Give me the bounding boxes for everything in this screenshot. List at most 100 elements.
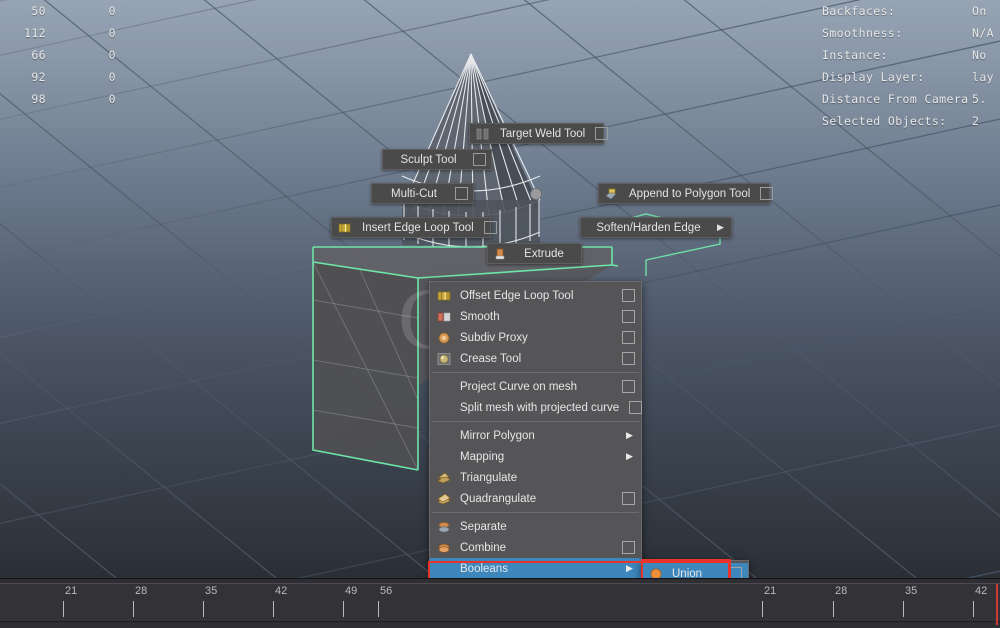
timeline-tick[interactable]: 21	[762, 584, 776, 621]
hud-right-label: Smoothness:	[822, 26, 903, 40]
chevron-right-icon: ▶	[717, 222, 724, 232]
hud-right-row: Backfaces: On	[814, 0, 1000, 22]
float-button-multi-cut[interactable]: Multi-Cut	[371, 183, 474, 204]
timeline-tick[interactable]: 42	[273, 584, 287, 621]
menu-item-label: Mapping	[460, 450, 505, 463]
hud-right-label: Selected Objects:	[822, 114, 947, 128]
hud-left-row: 92 0	[0, 66, 116, 88]
no-icon-placeholder	[436, 380, 452, 394]
timeline-tick[interactable]: 21	[63, 584, 77, 621]
menu-item-smooth[interactable]: Smooth	[430, 306, 641, 327]
hud-right-label: Backfaces:	[822, 4, 896, 18]
menu-item-split-mesh-with-projected-curve[interactable]: Split mesh with projected curve	[430, 397, 643, 418]
no-icon-placeholder	[436, 401, 452, 415]
menu-item-triangulate[interactable]: Triangulate	[430, 467, 641, 488]
timeline-tick-line	[203, 601, 204, 617]
timeline-tick[interactable]: 49	[343, 584, 357, 621]
edge-loop-icon	[437, 291, 451, 300]
menu-item-separate[interactable]: Separate	[430, 516, 641, 537]
hud-right-row: Selected Objects: 2	[814, 110, 1000, 132]
option-box-checkbox[interactable]	[622, 310, 635, 323]
timeline-tick[interactable]: 42	[973, 584, 987, 621]
menu-item-label: Split mesh with projected curve	[460, 401, 620, 414]
target-weld-icon	[476, 128, 489, 139]
timeline-tick-label: 42	[275, 585, 288, 597]
option-box-checkbox[interactable]	[622, 541, 635, 554]
timeline-tick[interactable]: 28	[133, 584, 147, 621]
menu-item-label: Separate	[460, 520, 507, 533]
option-box-checkbox[interactable]	[622, 289, 635, 302]
hud-left-zero: 0	[108, 4, 116, 18]
timeline-playhead[interactable]	[996, 584, 998, 625]
hud-left-row: 66 0	[0, 44, 116, 66]
chevron-right-icon: ▶	[626, 563, 633, 573]
option-box-checkbox[interactable]	[622, 352, 635, 365]
menu-item-subdiv-proxy[interactable]: Subdiv Proxy	[430, 327, 641, 348]
float-button-label: Sculpt Tool	[400, 153, 457, 166]
timeline-tick-line	[343, 601, 344, 617]
option-box-checkbox[interactable]	[622, 380, 635, 393]
combine-icon	[438, 543, 450, 553]
option-box-checkbox[interactable]	[455, 187, 468, 200]
hud-right-value: N/A	[972, 26, 994, 40]
no-icon-placeholder	[436, 562, 452, 576]
menu-item-crease-tool[interactable]: Crease Tool	[430, 348, 641, 369]
float-button-label: Insert Edge Loop Tool	[362, 221, 474, 234]
timeline-tick[interactable]: 28	[833, 584, 847, 621]
hud-left-num: 98	[31, 92, 46, 106]
timeline-track[interactable]: 21 28 35 42 49 56 21 28 35 42	[0, 583, 1000, 625]
timeline-tick-label: 42	[975, 585, 988, 597]
timeline-tick-line	[833, 601, 834, 617]
float-button-extrude[interactable]: Extrude	[487, 243, 582, 264]
menu-item-mapping[interactable]: Mapping ▶	[430, 446, 641, 467]
menu-item-quadrangulate[interactable]: Quadrangulate	[430, 488, 641, 509]
hud-left-row: 98 0	[0, 88, 116, 110]
float-button-sculpt-tool[interactable]: Sculpt Tool	[382, 149, 492, 170]
option-box-checkbox[interactable]	[760, 187, 774, 200]
option-box-checkbox[interactable]	[473, 153, 486, 166]
timeline-tick-line	[63, 601, 64, 617]
hud-left-zero: 0	[108, 48, 116, 62]
timeline-tick-label: 35	[905, 585, 918, 597]
hud-left-row: 50 0	[0, 0, 116, 22]
float-button-target-weld-tool[interactable]: Target Weld Tool	[469, 123, 609, 144]
hud-left-zero: 0	[108, 70, 116, 84]
float-button-soften-harden-edge[interactable]: Soften/Harden Edge ▶	[580, 217, 732, 238]
timeline-tick[interactable]: 35	[203, 584, 217, 621]
option-box-checkbox[interactable]	[622, 492, 635, 505]
hud-left-num: 112	[24, 26, 46, 40]
float-button-label: Soften/Harden Edge	[596, 221, 701, 234]
maya-application-window: 50 0 112 0 66 0 92 0 98 0 Backfaces: On …	[0, 0, 1000, 628]
timeline-tick-line	[273, 601, 274, 617]
timeline-tick[interactable]: 56	[378, 584, 392, 621]
menu-item-offset-edge-loop-tool[interactable]: Offset Edge Loop Tool	[430, 285, 641, 306]
float-button-insert-edge-loop-tool[interactable]: Insert Edge Loop Tool	[331, 217, 497, 238]
hud-right-value: lay	[972, 70, 994, 84]
timeline-tick-line	[133, 601, 134, 617]
timeline-tick-label: 35	[205, 585, 218, 597]
menu-separator	[432, 512, 639, 513]
timeline-tick[interactable]: 35	[903, 584, 917, 621]
option-box-checkbox[interactable]	[595, 127, 609, 140]
menu-item-combine[interactable]: Combine	[430, 537, 641, 558]
hud-right-row: Smoothness: N/A	[814, 22, 1000, 44]
option-box-checkbox[interactable]	[483, 221, 497, 234]
option-box-checkbox[interactable]	[629, 401, 643, 414]
menu-item-booleans[interactable]: Booleans ▶	[430, 558, 641, 579]
menu-item-label: Smooth	[460, 310, 500, 323]
menu-item-label: Triangulate	[460, 471, 518, 484]
no-icon-placeholder	[436, 429, 452, 443]
timeline-bar[interactable]: 21 28 35 42 49 56 21 28 35 42	[0, 578, 1000, 628]
timeline-tick-line	[378, 601, 379, 617]
crease-icon	[437, 352, 451, 365]
float-button-append-to-polygon-tool[interactable]: Append to Polygon Tool	[598, 183, 774, 204]
polygon-context-menu[interactable]: Offset Edge Loop Tool Smooth Subdiv Prox…	[429, 281, 643, 628]
hud-right-label: Instance:	[822, 48, 888, 62]
menu-item-mirror-polygon[interactable]: Mirror Polygon ▶	[430, 425, 641, 446]
separate-icon	[438, 521, 450, 532]
subdiv-icon	[438, 332, 450, 343]
hud-left-row: 112 0	[0, 22, 116, 44]
timeline-tick-line	[973, 601, 974, 617]
option-box-checkbox[interactable]	[622, 331, 635, 344]
menu-item-project-curve-on-mesh[interactable]: Project Curve on mesh	[430, 376, 641, 397]
